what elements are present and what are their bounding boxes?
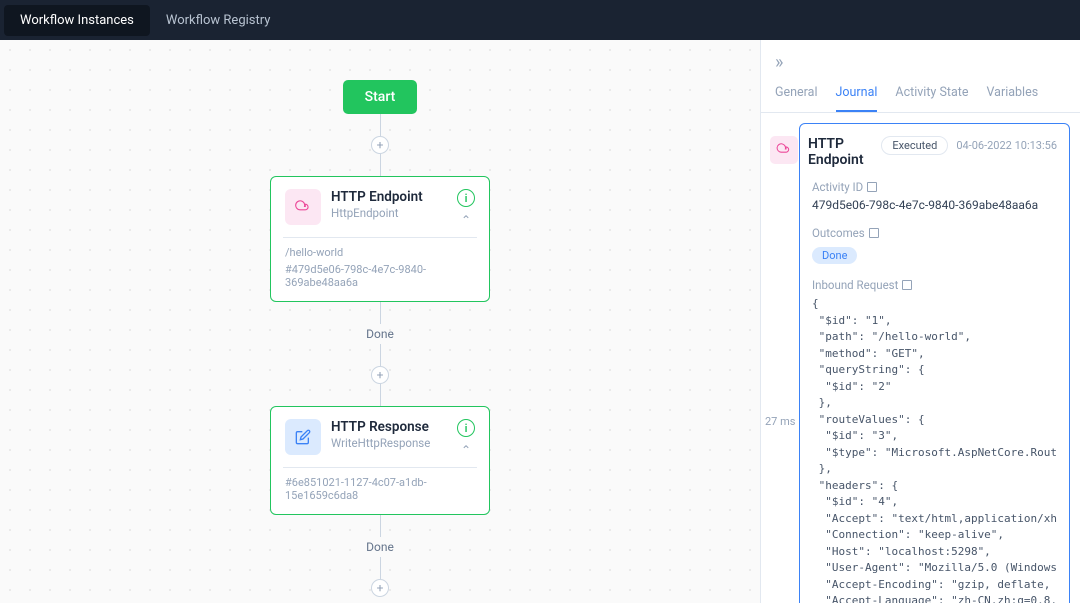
connector	[380, 154, 381, 176]
section-label-inbound: Inbound Request	[812, 278, 1057, 292]
flow-container: Start + HTTP Endpoint HttpEndpoint i ⌃	[270, 80, 490, 597]
activity-title-box: HTTP Response WriteHttpResponse	[331, 419, 447, 450]
collapse-icon[interactable]: »	[775, 52, 783, 73]
json-dump: { "$id": "1", "path": "/hello-world", "m…	[812, 296, 1057, 603]
copy-icon[interactable]	[867, 182, 877, 192]
side-panel: » General Journal Activity State Variabl…	[760, 40, 1080, 603]
info-icon[interactable]: i	[457, 419, 475, 437]
activity-actions: i ⌃	[457, 419, 475, 457]
section-label-outcomes: Outcomes	[812, 226, 1057, 240]
info-icon[interactable]: i	[457, 189, 475, 207]
canvas[interactable]: Start + HTTP Endpoint HttpEndpoint i ⌃	[0, 40, 760, 603]
timestamp: 04-06-2022 10:13:56	[956, 139, 1057, 152]
activity-card-http-endpoint[interactable]: HTTP Endpoint HttpEndpoint i ⌃ /hello-wo…	[270, 176, 490, 302]
nav-tab-registry[interactable]: Workflow Registry	[150, 5, 287, 36]
connector-label: Done	[366, 537, 394, 557]
connector	[380, 384, 381, 406]
edit-icon	[285, 419, 321, 455]
copy-icon[interactable]	[902, 280, 912, 290]
cloud-icon	[285, 189, 321, 225]
journal-meta: Executed 04-06-2022 10:13:56	[881, 136, 1057, 155]
activity-subtitle: HttpEndpoint	[331, 206, 447, 220]
tab-variables[interactable]: Variables	[986, 85, 1038, 112]
start-node[interactable]: Start	[343, 80, 418, 114]
activity-id-value: 479d5e06-798c-4e7c-9840-369abe48aa6a	[812, 198, 1057, 212]
chevron-up-icon[interactable]: ⌃	[461, 443, 471, 457]
activity-path: /hello-world	[285, 246, 475, 259]
chevron-up-icon[interactable]: ⌃	[461, 213, 471, 227]
activity-header: HTTP Endpoint HttpEndpoint i ⌃	[285, 189, 475, 227]
journal-header: HTTP Endpoint Executed 04-06-2022 10:13:…	[770, 136, 1057, 168]
add-connector-button[interactable]: +	[371, 136, 389, 154]
copy-icon[interactable]	[869, 228, 879, 238]
divider	[283, 467, 477, 468]
activity-header: HTTP Response WriteHttpResponse i ⌃	[285, 419, 475, 457]
panel-collapse: »	[761, 40, 1080, 73]
divider	[283, 237, 477, 238]
tab-general[interactable]: General	[775, 85, 818, 112]
connector	[380, 344, 381, 366]
activity-id: #6e851021-1127-4c07-a1db-15e1659c6da8	[285, 476, 475, 502]
main-area: Start + HTTP Endpoint HttpEndpoint i ⌃	[0, 40, 1080, 603]
status-badge: Executed	[881, 136, 948, 155]
outcome-pill: Done	[812, 247, 857, 264]
activity-card-http-response[interactable]: HTTP Response WriteHttpResponse i ⌃ #6e8…	[270, 406, 490, 515]
connector	[380, 302, 381, 324]
journal-card: HTTP Endpoint Executed 04-06-2022 10:13:…	[799, 123, 1070, 603]
journal-title: HTTP Endpoint	[808, 136, 871, 168]
section-label-activity-id: Activity ID	[812, 180, 1057, 194]
connector-label: Done	[366, 324, 394, 344]
journal-body[interactable]: 27 ms HTTP Endpoint Executed 04-06-2022 …	[761, 113, 1080, 603]
activity-title: HTTP Endpoint	[331, 189, 447, 205]
top-nav: Workflow Instances Workflow Registry	[0, 0, 1080, 40]
tab-journal[interactable]: Journal	[836, 85, 878, 112]
connector	[380, 557, 381, 579]
cloud-icon	[770, 136, 798, 164]
connector	[380, 114, 381, 136]
panel-tabs: General Journal Activity State Variables	[761, 73, 1080, 113]
activity-title: HTTP Response	[331, 419, 447, 435]
nav-tab-instances[interactable]: Workflow Instances	[4, 5, 150, 36]
tab-activity-state[interactable]: Activity State	[895, 85, 968, 112]
timeline-marker: 27 ms	[761, 413, 799, 430]
activity-actions: i ⌃	[457, 189, 475, 227]
add-connector-button[interactable]: +	[371, 579, 389, 597]
activity-title-box: HTTP Endpoint HttpEndpoint	[331, 189, 447, 220]
activity-id: #479d5e06-798c-4e7c-9840-369abe48aa6a	[285, 263, 475, 289]
activity-subtitle: WriteHttpResponse	[331, 436, 447, 450]
connector	[380, 515, 381, 537]
add-connector-button[interactable]: +	[371, 366, 389, 384]
